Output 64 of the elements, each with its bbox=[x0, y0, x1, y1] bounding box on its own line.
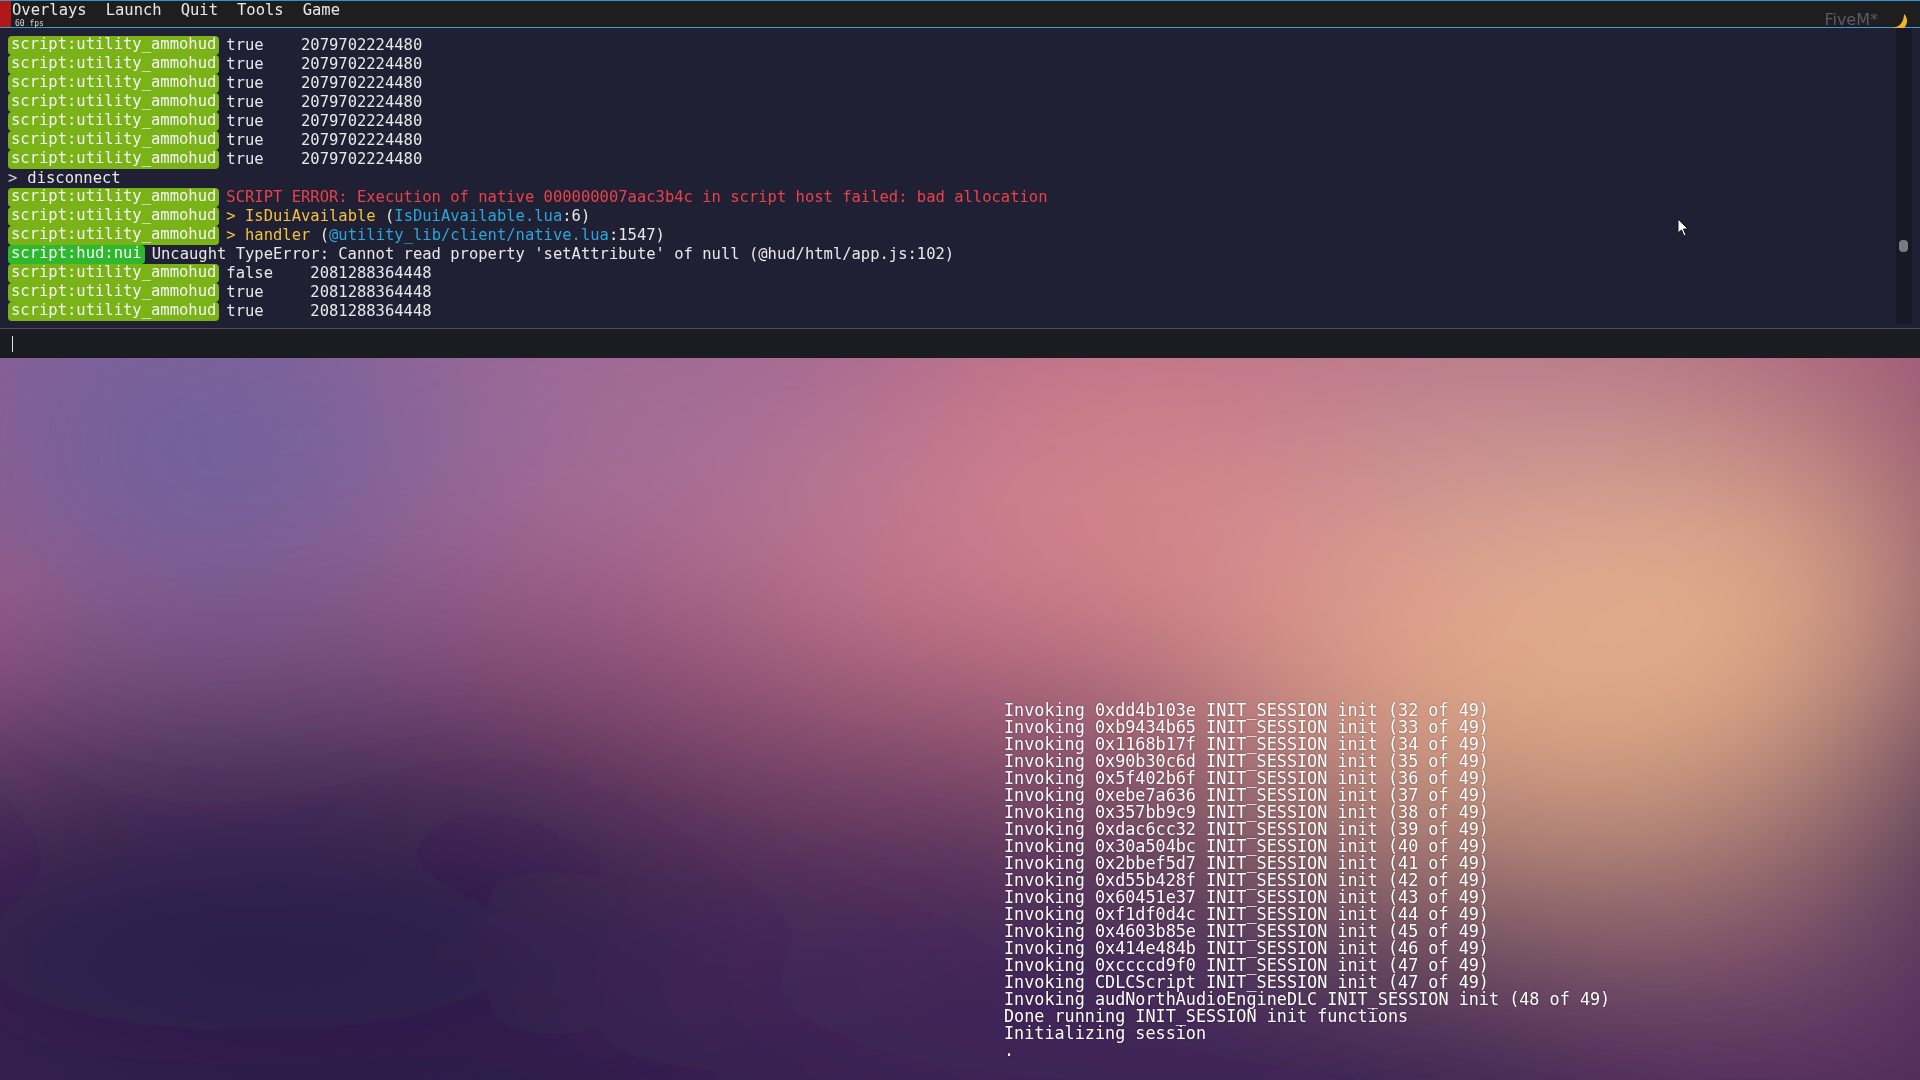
log-message: true 2079702224480 bbox=[226, 74, 423, 93]
log-message: true 2079702224480 bbox=[226, 93, 423, 112]
log-message: true 2079702224480 bbox=[226, 131, 423, 150]
mouse-pointer-icon bbox=[1677, 218, 1689, 237]
prompt-symbol: > bbox=[8, 169, 18, 188]
text-cursor bbox=[12, 335, 13, 352]
log-line: Invoking 0x1168b17f INIT_SESSION init (34 of 49) bbox=[1004, 736, 1489, 753]
log-line: Invoking 0x357bb9c9 INIT_SESSION init (38 of 49) bbox=[1004, 804, 1489, 821]
log-message: true 2079702224480 bbox=[226, 150, 423, 169]
log-line: Invoking 0xdac6cc32 INIT_SESSION init (39 of 49) bbox=[1004, 821, 1489, 838]
brand-text: FiveM* bbox=[1824, 11, 1878, 29]
input-field[interactable] bbox=[0, 328, 1920, 358]
log-message: > IsDuiAvailable (IsDuiAvailable.lua:6) bbox=[226, 207, 591, 226]
log-message: true 2081288364448 bbox=[226, 283, 432, 302]
log-line: Invoking 0xb9434b65 INIT_SESSION init (33 of 49) bbox=[1004, 719, 1489, 736]
channel-tag: script:utility_ammohud bbox=[8, 93, 220, 112]
log-message: false 2081288364448 bbox=[226, 264, 432, 283]
log-line: Invoking 0xf1df0d4c INIT_SESSION init (44 of 49) bbox=[1004, 906, 1489, 923]
log-message: true 2079702224480 bbox=[226, 55, 423, 74]
log-message: true 2081288364448 bbox=[226, 302, 432, 321]
log-line: Invoking 0x2bbef5d7 INIT_SESSION init (41 of 49) bbox=[1004, 855, 1489, 872]
channel-tag: script:utility_ammohud bbox=[8, 302, 220, 321]
channel-tag: script:utility_ammohud bbox=[8, 112, 220, 131]
menu-item[interactable]: Quit bbox=[180, 2, 218, 19]
log-message: SCRIPT ERROR: Execution of native 000000007aac3b4c in script host failed: bad allocation bbox=[226, 188, 1048, 207]
channel-tag: script:utility_ammohud bbox=[8, 55, 220, 74]
menu-item[interactable]: Launch bbox=[105, 2, 162, 19]
channel-tag: script:utility_ammohud bbox=[8, 264, 220, 283]
log-line: Invoking 0xd55b428f INIT_SESSION init (42 of 49) bbox=[1004, 872, 1489, 889]
status-square-icon bbox=[0, 1, 11, 27]
channel-tag: script:utility_ammohud bbox=[8, 74, 220, 93]
fps-counter: 60 fps bbox=[15, 19, 44, 28]
log-line: Invoking 0xebe7a636 INIT_SESSION init (37 of 49) bbox=[1004, 787, 1489, 804]
log-message: true 2079702224480 bbox=[226, 36, 423, 55]
scrollbar[interactable] bbox=[1896, 28, 1912, 324]
log-line: Initializing session bbox=[1004, 1025, 1207, 1042]
log-line: Invoking CDLCScript INIT_SESSION init (47 of 49) bbox=[1004, 974, 1489, 991]
log-line: Invoking 0x90b30c6d INIT_SESSION init (35 of 49) bbox=[1004, 753, 1489, 770]
channel-tag: script:utility_ammohud bbox=[8, 150, 220, 169]
log-line: Invoking audNorthAudioEngineDLC INIT_SESSION init (48 of 49) bbox=[1004, 991, 1611, 1008]
channel-tag: script:hud:nui bbox=[8, 245, 145, 264]
log-message: Uncaught TypeError: Cannot read property 'setAttribute' of null (@hud/html/app.js:102) bbox=[151, 245, 955, 264]
channel-tag: script:utility_ammohud bbox=[8, 36, 220, 55]
log-line: Invoking 0x4603b85e INIT_SESSION init (45 of 49) bbox=[1004, 923, 1489, 940]
log-message: true 2079702224480 bbox=[226, 112, 423, 131]
log-line: Invoking 0x414e484b INIT_SESSION init (46 of 49) bbox=[1004, 940, 1489, 957]
channel-tag: script:utility_ammohud bbox=[8, 283, 220, 302]
menu-item[interactable]: Tools bbox=[237, 2, 284, 19]
channel-tag: script:utility_ammohud bbox=[8, 226, 220, 245]
log-line: Invoking 0x60451e37 INIT_SESSION init (43 of 49) bbox=[1004, 889, 1489, 906]
scrollbar-thumb[interactable] bbox=[1899, 240, 1908, 252]
log-line: Done running INIT_SESSION init functions bbox=[1004, 1008, 1409, 1025]
channel-tag: script:utility_ammohud bbox=[8, 131, 220, 150]
channel-tag: script:utility_ammohud bbox=[8, 207, 220, 226]
log-line: Invoking 0x30a504bc INIT_SESSION init (40 of 49) bbox=[1004, 838, 1489, 855]
command-text: disconnect bbox=[27, 169, 121, 188]
log-line: Invoking 0xdd4b103e INIT_SESSION init (32 of 49) bbox=[1004, 702, 1489, 719]
log-line: Invoking 0x5f402b6f INIT_SESSION init (36 of 49) bbox=[1004, 770, 1489, 787]
log-line: Invoking 0xccccd9f0 INIT_SESSION init (47 of 49) bbox=[1004, 957, 1489, 974]
log-message: > handler (@utility_lib/client/native.lua:1547) bbox=[226, 226, 665, 245]
menu-item[interactable]: Game bbox=[302, 2, 340, 19]
channel-tag: script:utility_ammohud bbox=[8, 188, 220, 207]
menu-item[interactable]: Overlays bbox=[12, 2, 87, 19]
log-line: . bbox=[1004, 1042, 1015, 1059]
